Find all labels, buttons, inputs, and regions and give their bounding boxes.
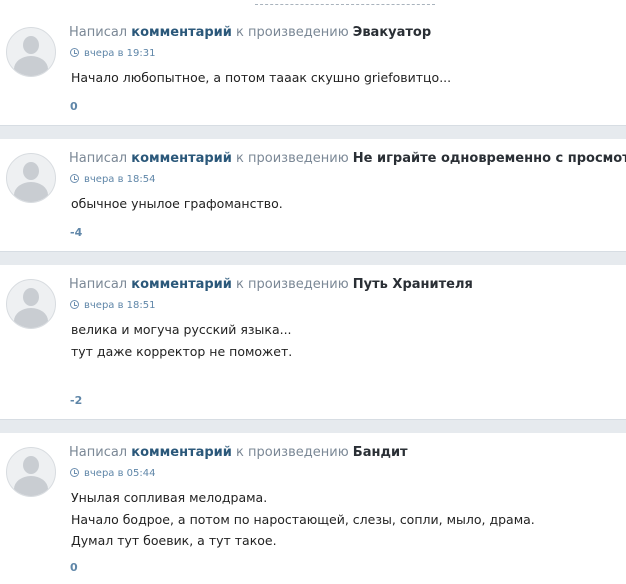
headline-prefix: Написал	[69, 151, 128, 166]
comment-time: вчера в 19:31	[70, 48, 156, 59]
comment-line: Думал тут боевик, а тут такое.	[71, 533, 277, 548]
work-link[interactable]: Эвакуатор	[353, 25, 431, 40]
clock-icon	[70, 174, 79, 183]
time-text: вчера в 19:31	[84, 48, 156, 59]
comment-card: Написал комментарий к произведению Эваку…	[0, 13, 626, 126]
headline-middle: к произведению	[236, 25, 349, 40]
clock-icon	[70, 468, 79, 477]
work-link[interactable]: Путь Хранителя	[353, 277, 473, 292]
avatar[interactable]	[6, 279, 56, 329]
comment-link[interactable]: комментарий	[131, 277, 232, 292]
comment-card: Написал комментарий к произведению Банди…	[0, 433, 626, 584]
comment-line: Начало любопытное, а потом тааак скушно …	[71, 70, 452, 85]
comment-time: вчера в 18:54	[70, 174, 156, 185]
comment-card: Написал комментарий к произведению Путь …	[0, 265, 626, 420]
comment-headline: Написал комментарий к произведению Банди…	[69, 445, 408, 460]
rating[interactable]: 0	[70, 561, 78, 574]
comment-link[interactable]: комментарий	[131, 25, 232, 40]
comment-line: Начало бодрое, а потом по наростающей, с…	[71, 511, 535, 527]
headline-prefix: Написал	[69, 445, 128, 460]
comment-line: велика и могуча русский языка...	[71, 322, 292, 337]
headline-prefix: Написал	[69, 277, 128, 292]
time-text: вчера в 05:44	[84, 468, 156, 479]
comment-body: Начало любопытное, а потом тааак скушно …	[71, 67, 451, 89]
work-link[interactable]: Бандит	[353, 445, 408, 460]
divider	[255, 0, 435, 5]
clock-icon	[70, 48, 79, 57]
headline-middle: к произведению	[236, 445, 349, 460]
clock-icon	[70, 300, 79, 309]
comment-line: Унылая сопливая мелодрама.	[71, 490, 268, 505]
work-link[interactable]: Не играйте одновременно с просмотро	[353, 151, 626, 166]
headline-middle: к произведению	[236, 277, 349, 292]
avatar[interactable]	[6, 153, 56, 203]
comment-body: велика и могуча русский языка... тут даж…	[71, 319, 292, 362]
comment-headline: Написал комментарий к произведению Путь …	[69, 277, 473, 292]
avatar[interactable]	[6, 447, 56, 497]
rating[interactable]: 0	[70, 100, 78, 113]
rating[interactable]: -4	[70, 226, 82, 239]
comment-link[interactable]: комментарий	[131, 445, 232, 460]
headline-middle: к произведению	[236, 151, 349, 166]
time-text: вчера в 18:51	[84, 300, 156, 311]
comment-card: Написал комментарий к произведению Не иг…	[0, 139, 626, 252]
comment-time: вчера в 05:44	[70, 468, 156, 479]
comment-body: Унылая сопливая мелодрама. Начало бодрое…	[71, 487, 535, 552]
comment-line: тут даже корректор не поможет.	[71, 343, 293, 359]
comment-time: вчера в 18:51	[70, 300, 156, 311]
comment-body: обычное унылое графоманство.	[71, 193, 283, 215]
comment-line: обычное унылое графоманство.	[71, 196, 283, 211]
rating[interactable]: -2	[70, 394, 82, 407]
time-text: вчера в 18:54	[84, 174, 156, 185]
comment-headline: Написал комментарий к произведению Не иг…	[69, 151, 626, 166]
headline-prefix: Написал	[69, 25, 128, 40]
avatar[interactable]	[6, 27, 56, 77]
comment-headline: Написал комментарий к произведению Эваку…	[69, 25, 431, 40]
comment-link[interactable]: комментарий	[131, 151, 232, 166]
